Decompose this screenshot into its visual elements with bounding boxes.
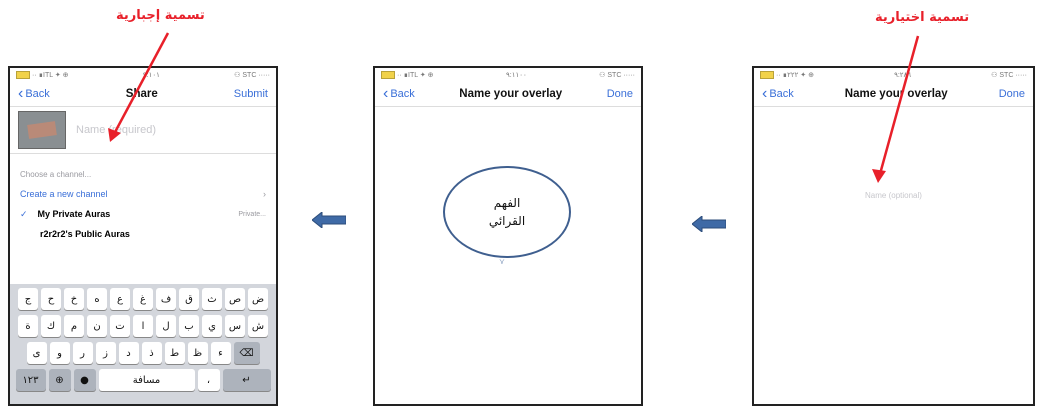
key[interactable]: و (49, 342, 70, 364)
key[interactable]: ق (179, 288, 199, 310)
key[interactable]: ك (41, 315, 61, 337)
carrier-label: ·· ∎٢٢٢ ✦ ⊕ (776, 71, 814, 79)
key[interactable]: ج (18, 288, 38, 310)
key[interactable]: ن (87, 315, 107, 337)
key[interactable]: ز (95, 342, 116, 364)
back-button[interactable]: ‹ Back (762, 85, 794, 102)
create-channel-row[interactable]: Create a new channel › (10, 184, 276, 204)
channel-item[interactable]: r2r2r2's Public Auras (10, 224, 276, 244)
key[interactable]: ب (179, 315, 199, 337)
key[interactable]: ض (248, 288, 268, 310)
return-key[interactable]: ↵ (222, 369, 271, 391)
overlay-screen: ·· ∎ITL ✦ ⊕ ٩:١١٠٠ ⚇ STC ····· ‹ Back Nam… (373, 66, 643, 406)
channel-item[interactable]: ✓ My Private Auras Private... (10, 204, 276, 224)
channel-heading: Choose a channel... (20, 169, 92, 179)
nav-bar: ‹ Back Share Submit (10, 82, 276, 107)
back-button[interactable]: ‹ Back (383, 85, 415, 102)
checkmark-icon: ✓ (20, 208, 28, 219)
carrier-label: ·· ∎ITL ✦ ⊕ (32, 71, 69, 79)
status-bar: ·· ∎ITL ✦ ⊕ ٩:١٠١ ⚇ STC ····· (10, 68, 276, 82)
key[interactable]: غ (133, 288, 153, 310)
flow-arrow-icon (312, 212, 346, 228)
key[interactable]: ل (156, 315, 176, 337)
network-label: ⚇ STC ····· (991, 72, 1027, 79)
key[interactable]: ح (41, 288, 61, 310)
comma-key[interactable]: ، (197, 369, 220, 391)
status-bar: ·· ∎٢٢٢ ✦ ⊕ ٩:٢٨٦ ⚇ STC ····· (754, 68, 1033, 82)
key[interactable]: ا (133, 315, 153, 337)
key[interactable]: خ (64, 288, 84, 310)
key[interactable]: ى (26, 342, 47, 364)
clock: ٩:١٠١ (142, 72, 160, 79)
key[interactable]: ه (87, 288, 107, 310)
key[interactable]: ذ (141, 342, 162, 364)
chevron-right-icon: › (263, 189, 266, 199)
backspace-icon[interactable]: ⌫ (233, 342, 260, 364)
done-button[interactable]: Done (607, 88, 633, 100)
chevron-left-icon: ‹ (762, 85, 768, 102)
key[interactable]: ي (202, 315, 222, 337)
key[interactable]: ص (225, 288, 245, 310)
done-button[interactable]: Done (999, 88, 1025, 100)
clock: ٩:١١٠٠ (505, 72, 527, 79)
chevron-left-icon: ‹ (18, 85, 24, 102)
globe-icon[interactable]: ⊕ (48, 369, 71, 391)
overlay-circle[interactable]: الفهم القرائي (443, 166, 571, 258)
carrier-label: ·· ∎ITL ✦ ⊕ (397, 71, 434, 79)
key[interactable]: ف (156, 288, 176, 310)
status-bar: ·· ∎ITL ✦ ⊕ ٩:١١٠٠ ⚇ STC ····· (375, 68, 641, 82)
numbers-key[interactable]: ١٢٣ (15, 369, 46, 391)
overlay-thumbnail (18, 111, 66, 149)
battery-icon (381, 71, 395, 80)
key[interactable]: ت (110, 315, 130, 337)
space-key[interactable]: مسافة (98, 369, 195, 391)
page-title: Name your overlay (459, 88, 563, 100)
name-input[interactable]: Name (optional) (754, 191, 1033, 200)
key[interactable]: ش (248, 315, 268, 337)
keyboard-row: ىورزدذطظء ⌫ (13, 342, 273, 364)
back-button[interactable]: ‹ Back (18, 85, 50, 102)
battery-icon (16, 71, 30, 80)
nav-bar: ‹ Back Name your overlay Done (375, 82, 641, 107)
key[interactable]: ظ (187, 342, 208, 364)
key[interactable]: د (118, 342, 139, 364)
battery-icon (760, 71, 774, 80)
name-row: Name (required) (10, 107, 276, 154)
keyboard-row: ١٢٣ ⊕ ● مسافة ، ↵ (13, 369, 273, 391)
flow-arrow-icon (692, 216, 726, 232)
arabic-keyboard: جحخهعغفقثصض ةكمنتالبيسش ىورزدذطظء ⌫ ١٢٣ … (10, 284, 276, 404)
key[interactable]: ر (72, 342, 93, 364)
key[interactable]: ع (110, 288, 130, 310)
key[interactable]: ء (210, 342, 231, 364)
page-title: Share (125, 88, 158, 100)
clock: ٩:٢٨٦ (894, 72, 912, 79)
chevron-left-icon: ‹ (383, 85, 389, 102)
key[interactable]: س (225, 315, 245, 337)
key[interactable]: ث (202, 288, 222, 310)
share-screen: ·· ∎ITL ✦ ⊕ ٩:١٠١ ⚇ STC ····· ‹ Back Shar… (8, 66, 278, 406)
network-label: ⚇ STC ····· (599, 72, 635, 79)
required-caption: تسمية إجبارية (116, 8, 205, 23)
key[interactable]: ة (18, 315, 38, 337)
microphone-icon[interactable]: ● (73, 369, 96, 391)
circle-text: القرائي (488, 214, 526, 228)
optional-caption: تسمية اختيارية (875, 10, 970, 25)
circle-text: الفهم (493, 196, 521, 210)
overlay-empty-screen: ·· ∎٢٢٢ ✦ ⊕ ٩:٢٨٦ ⚇ STC ····· ‹ Back Name… (752, 66, 1035, 406)
resize-handle-icon[interactable]: ⋎ (499, 257, 505, 266)
submit-button[interactable]: Submit (234, 88, 268, 100)
nav-bar: ‹ Back Name your overlay Done (754, 82, 1033, 107)
keyboard-row: جحخهعغفقثصض (13, 288, 273, 310)
key[interactable]: ط (164, 342, 185, 364)
page-title: Name your overlay (844, 88, 948, 100)
network-label: ⚇ STC ····· (234, 72, 270, 79)
keyboard-row: ةكمنتالبيسش (13, 315, 273, 337)
name-input[interactable]: Name (required) (76, 124, 156, 136)
key[interactable]: م (64, 315, 84, 337)
